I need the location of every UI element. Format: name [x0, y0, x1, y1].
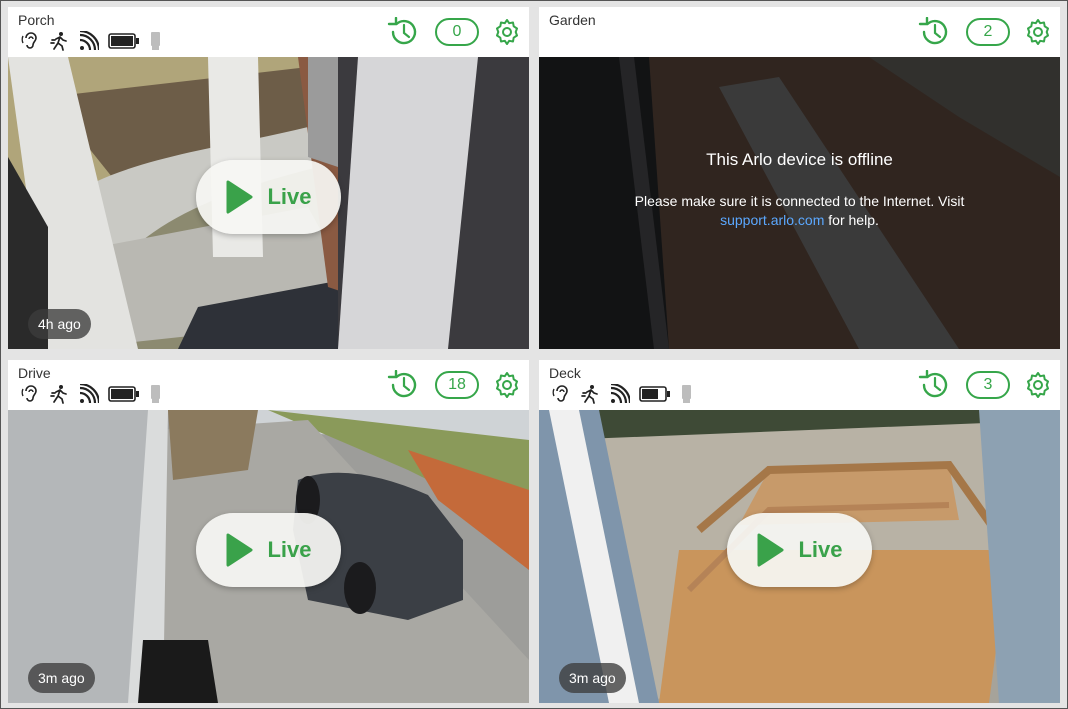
power-icon: [682, 385, 691, 403]
camera-feed-deck[interactable]: Live 3m ago: [539, 410, 1060, 703]
power-icon: [151, 385, 160, 403]
camera-tile-garden: Garden 2 This Arlo device is offline Ple…: [539, 7, 1060, 349]
camera-grid: Porch 0 Live 4h ago Garden 2 This Arlo d…: [0, 0, 1068, 709]
camera-tile-porch: Porch 0 Live 4h ago: [8, 7, 529, 349]
status-icons: [21, 383, 161, 405]
history-icon[interactable]: [387, 370, 421, 400]
event-count-badge[interactable]: 2: [966, 18, 1010, 46]
history-icon[interactable]: [918, 17, 952, 47]
camera-name: Porch: [18, 12, 55, 28]
battery-icon: [108, 386, 139, 402]
offline-message: This Arlo device is offline Please make …: [539, 150, 1060, 230]
live-label: Live: [267, 184, 312, 209]
battery-icon: [639, 386, 670, 402]
support-link[interactable]: support.arlo.com: [720, 212, 824, 228]
offline-body: Please make sure it is connected to the …: [539, 192, 1060, 230]
status-icons: [552, 383, 692, 405]
tile-header: Deck 3: [539, 360, 1060, 410]
tile-header: Garden 2: [539, 7, 1060, 57]
motion-icon: [581, 385, 598, 404]
last-seen-badge: 3m ago: [559, 663, 626, 693]
signal-icon: [79, 31, 99, 51]
play-icon: [226, 533, 253, 567]
event-count-badge[interactable]: 0: [435, 18, 479, 46]
camera-feed-porch[interactable]: Live 4h ago: [8, 57, 529, 349]
event-count-badge[interactable]: 3: [966, 371, 1010, 399]
camera-name: Garden: [549, 12, 596, 28]
offline-title: This Arlo device is offline: [706, 150, 893, 169]
tile-actions: 2: [918, 17, 1052, 47]
settings-gear-icon[interactable]: [1024, 18, 1052, 46]
tile-actions: 18: [387, 370, 521, 400]
tile-header: Porch 0: [8, 7, 529, 57]
settings-gear-icon[interactable]: [1024, 371, 1052, 399]
camera-name: Drive: [18, 365, 51, 381]
last-seen-badge: 3m ago: [28, 663, 95, 693]
status-icons: [21, 30, 161, 52]
motion-icon: [50, 385, 67, 404]
settings-gear-icon[interactable]: [493, 18, 521, 46]
last-seen-badge: 4h ago: [28, 309, 91, 339]
camera-tile-deck: Deck 3 Live 3m ago: [539, 360, 1060, 703]
history-icon[interactable]: [918, 370, 952, 400]
tile-header: Drive 18: [8, 360, 529, 410]
camera-feed-garden: This Arlo device is offline Please make …: [539, 57, 1060, 349]
signal-icon: [79, 384, 99, 404]
offline-text: Please make sure it is connected to the …: [634, 193, 965, 209]
live-button[interactable]: Live: [727, 513, 872, 587]
camera-name: Deck: [549, 365, 581, 381]
play-icon: [757, 533, 784, 567]
tile-actions: 0: [387, 17, 521, 47]
audio-icon: [552, 385, 568, 402]
audio-icon: [21, 385, 37, 402]
signal-icon: [610, 384, 630, 404]
offline-suffix: for help.: [828, 212, 879, 228]
battery-icon: [108, 33, 139, 49]
live-label: Live: [798, 537, 843, 562]
audio-icon: [21, 32, 37, 49]
settings-gear-icon[interactable]: [493, 371, 521, 399]
power-icon: [151, 32, 160, 50]
tile-actions: 3: [918, 370, 1052, 400]
live-button[interactable]: Live: [196, 160, 341, 234]
live-label: Live: [267, 537, 312, 562]
event-count-badge[interactable]: 18: [435, 371, 479, 399]
motion-icon: [50, 32, 67, 51]
play-icon: [226, 180, 253, 214]
history-icon[interactable]: [387, 17, 421, 47]
live-button[interactable]: Live: [196, 513, 341, 587]
camera-tile-drive: Drive 18 Live 3m ago: [8, 360, 529, 703]
camera-feed-drive[interactable]: Live 3m ago: [8, 410, 529, 703]
